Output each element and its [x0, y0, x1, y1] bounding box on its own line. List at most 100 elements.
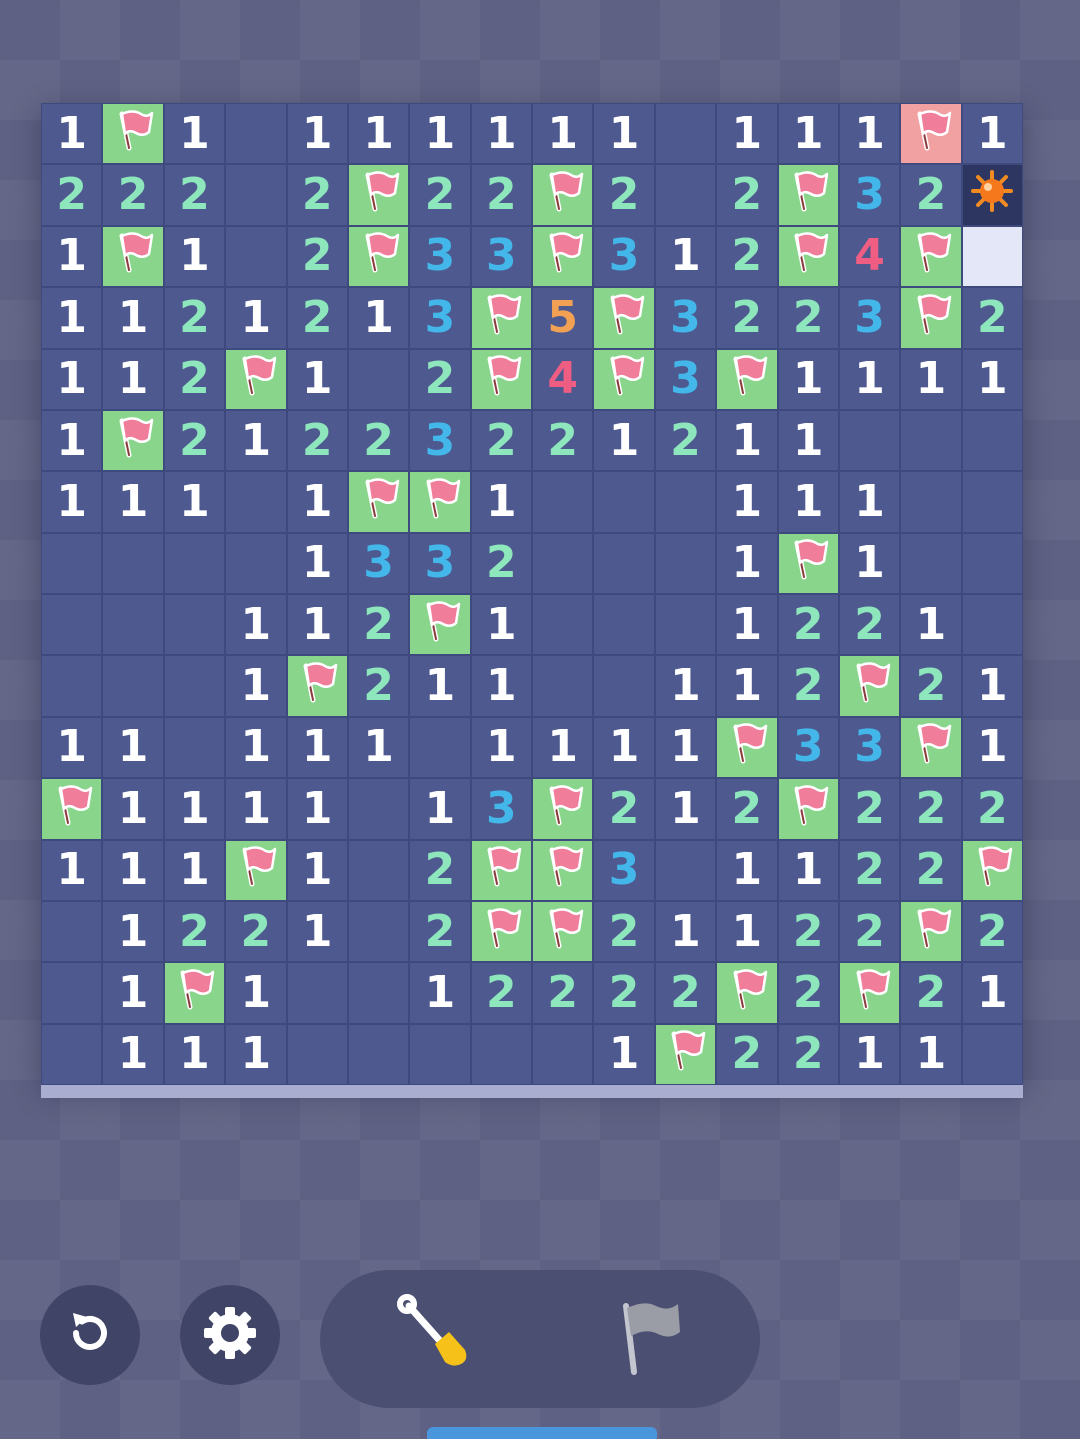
number-cell[interactable]: 2 — [593, 164, 655, 226]
number-cell[interactable]: 2 — [838, 900, 901, 963]
number-cell[interactable]: 2 — [286, 287, 348, 349]
empty-cell[interactable] — [41, 594, 103, 656]
empty-cell[interactable] — [654, 839, 717, 901]
flag-mode-button[interactable] — [595, 1294, 695, 1384]
number-cell[interactable]: 1 — [225, 962, 287, 1024]
number-cell[interactable]: 1 — [41, 716, 103, 779]
number-cell[interactable]: 3 — [470, 778, 532, 840]
number-cell[interactable]: 2 — [961, 900, 1023, 963]
number-cell[interactable]: 3 — [409, 225, 471, 288]
number-cell[interactable]: 2 — [409, 839, 471, 901]
number-cell[interactable]: 2 — [838, 778, 901, 840]
number-cell[interactable]: 1 — [163, 839, 226, 901]
empty-cell[interactable] — [532, 532, 594, 594]
number-cell[interactable]: 1 — [41, 225, 103, 288]
number-cell[interactable]: 2 — [593, 900, 655, 963]
empty-cell[interactable] — [961, 1023, 1023, 1085]
empty-cell[interactable] — [654, 471, 717, 533]
number-cell[interactable]: 2 — [163, 409, 226, 472]
number-cell[interactable]: 1 — [409, 778, 471, 840]
empty-cell[interactable] — [347, 778, 410, 840]
empty-cell[interactable] — [102, 594, 164, 656]
number-cell[interactable]: 1 — [593, 409, 655, 472]
empty-cell[interactable] — [900, 409, 962, 472]
flagged-cell[interactable] — [532, 839, 594, 901]
number-cell[interactable]: 1 — [777, 103, 839, 165]
flagged-cell[interactable] — [102, 409, 164, 472]
number-cell[interactable]: 2 — [470, 164, 532, 226]
number-cell[interactable]: 2 — [961, 287, 1023, 349]
number-cell[interactable]: 4 — [532, 348, 594, 410]
number-cell[interactable]: 1 — [286, 594, 348, 656]
number-cell[interactable]: 1 — [777, 348, 839, 410]
empty-cell[interactable] — [163, 716, 226, 779]
number-cell[interactable]: 2 — [777, 900, 839, 963]
number-cell[interactable]: 2 — [470, 962, 532, 1024]
number-cell[interactable]: 3 — [654, 287, 717, 349]
mine-cell[interactable] — [961, 164, 1023, 226]
number-cell[interactable]: 1 — [777, 471, 839, 533]
number-cell[interactable]: 1 — [961, 716, 1023, 779]
number-cell[interactable]: 2 — [777, 962, 839, 1024]
empty-cell[interactable] — [41, 900, 103, 963]
number-cell[interactable]: 1 — [102, 839, 164, 901]
number-cell[interactable]: 1 — [41, 409, 103, 472]
flagged-cell[interactable] — [900, 287, 962, 349]
number-cell[interactable]: 1 — [102, 1023, 164, 1085]
number-cell[interactable]: 2 — [163, 900, 226, 963]
empty-cell[interactable] — [41, 962, 103, 1024]
number-cell[interactable]: 3 — [838, 716, 901, 779]
number-cell[interactable]: 2 — [532, 962, 594, 1024]
number-cell[interactable]: 1 — [716, 594, 778, 656]
empty-cell[interactable] — [41, 1023, 103, 1085]
flagged-cell[interactable] — [716, 348, 778, 410]
number-cell[interactable]: 1 — [286, 839, 348, 901]
flagged-cell[interactable] — [409, 471, 471, 533]
flagged-cell[interactable] — [654, 1023, 717, 1085]
empty-cell[interactable] — [593, 532, 655, 594]
empty-cell[interactable] — [225, 103, 287, 165]
number-cell[interactable]: 1 — [532, 103, 594, 165]
number-cell[interactable]: 1 — [286, 348, 348, 410]
number-cell[interactable]: 1 — [163, 1023, 226, 1085]
flagged-cell[interactable] — [838, 655, 901, 717]
dig-mode-button[interactable] — [390, 1294, 490, 1384]
unrevealed-cell[interactable] — [961, 225, 1023, 288]
number-cell[interactable]: 1 — [163, 778, 226, 840]
flagged-cell[interactable] — [225, 348, 287, 410]
empty-cell[interactable] — [225, 471, 287, 533]
number-cell[interactable]: 1 — [838, 348, 901, 410]
number-cell[interactable]: 2 — [470, 532, 532, 594]
number-cell[interactable]: 1 — [470, 471, 532, 533]
number-cell[interactable]: 1 — [225, 655, 287, 717]
empty-cell[interactable] — [654, 532, 717, 594]
number-cell[interactable]: 1 — [716, 471, 778, 533]
flagged-cell[interactable] — [900, 103, 962, 165]
number-cell[interactable]: 1 — [286, 532, 348, 594]
flagged-cell[interactable] — [286, 655, 348, 717]
flagged-cell[interactable] — [716, 962, 778, 1024]
flagged-cell[interactable] — [532, 900, 594, 963]
number-cell[interactable]: 3 — [409, 532, 471, 594]
number-cell[interactable]: 1 — [654, 225, 717, 288]
empty-cell[interactable] — [163, 532, 226, 594]
number-cell[interactable]: 2 — [654, 409, 717, 472]
number-cell[interactable]: 2 — [347, 655, 410, 717]
flagged-cell[interactable] — [163, 962, 226, 1024]
number-cell[interactable]: 2 — [286, 164, 348, 226]
number-cell[interactable]: 4 — [838, 225, 901, 288]
number-cell[interactable]: 1 — [593, 1023, 655, 1085]
number-cell[interactable]: 1 — [716, 103, 778, 165]
number-cell[interactable]: 1 — [347, 287, 410, 349]
number-cell[interactable]: 1 — [654, 900, 717, 963]
flagged-cell[interactable] — [777, 164, 839, 226]
empty-cell[interactable] — [347, 1023, 410, 1085]
number-cell[interactable]: 1 — [286, 103, 348, 165]
empty-cell[interactable] — [654, 103, 717, 165]
number-cell[interactable]: 1 — [470, 594, 532, 656]
empty-cell[interactable] — [532, 1023, 594, 1085]
empty-cell[interactable] — [225, 164, 287, 226]
number-cell[interactable]: 1 — [225, 1023, 287, 1085]
flagged-cell[interactable] — [41, 778, 103, 840]
number-cell[interactable]: 1 — [163, 225, 226, 288]
